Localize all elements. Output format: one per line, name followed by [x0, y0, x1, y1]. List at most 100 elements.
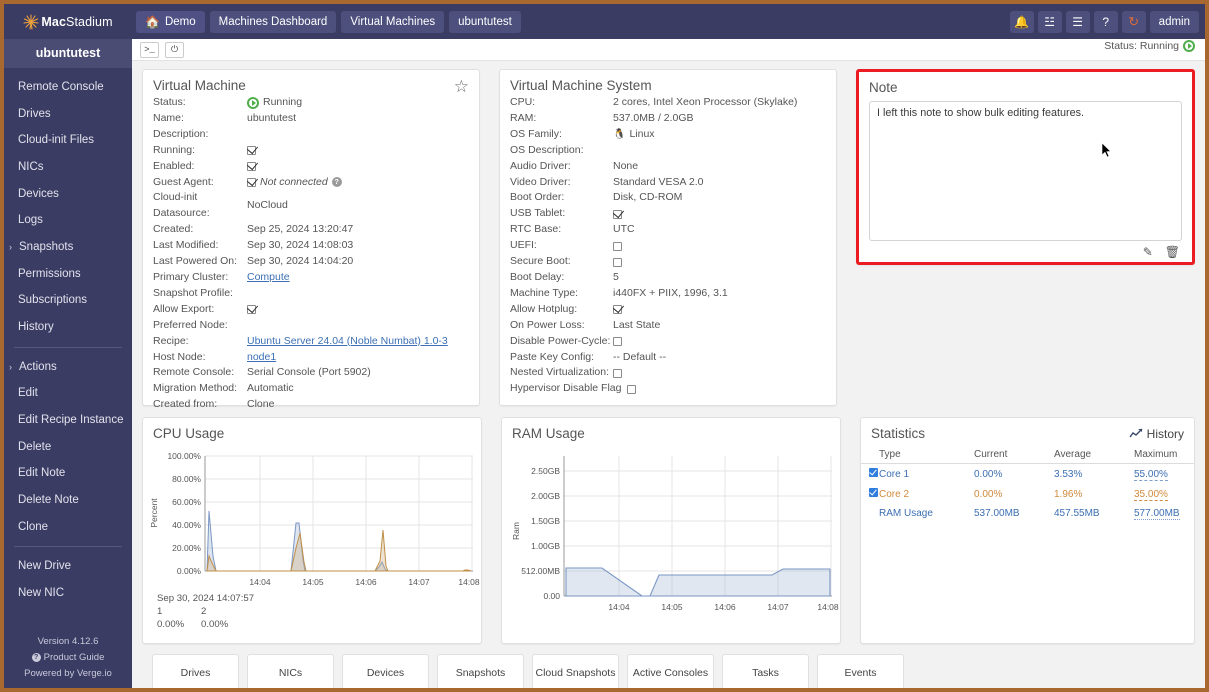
sidebar-item-cloud-init-files[interactable]: Cloud-init Files	[4, 127, 132, 154]
cell-average: 1.96%	[1054, 488, 1083, 500]
refresh-icon[interactable]: ↻	[1121, 10, 1146, 33]
row-value: Sep 30, 2024 14:08:03	[247, 239, 354, 252]
history-button[interactable]: History	[1129, 427, 1184, 441]
sidebar-divider	[14, 346, 122, 348]
user-menu-button[interactable]: admin	[1149, 10, 1199, 33]
sidebar-item-permissions[interactable]: Permissions	[4, 261, 132, 288]
svg-text:0.00%: 0.00%	[177, 566, 202, 576]
breadcrumb-machines-dashboard[interactable]: Machines Dashboard	[209, 10, 337, 33]
row-value	[613, 238, 622, 254]
legend-label: 1	[157, 606, 163, 617]
row-key: Hypervisor Disable Flag	[510, 382, 622, 395]
breadcrumb-virtual-machines[interactable]: Virtual Machines	[341, 10, 445, 33]
sidebar-item-new-nic[interactable]: New NIC	[4, 580, 132, 607]
row-key: Snapshot Profile:	[153, 286, 233, 299]
col-current: Current	[974, 447, 1054, 464]
power-icon[interactable]: ⏻	[165, 41, 184, 58]
tab-active-consoles[interactable]: Active Consoles	[627, 654, 714, 688]
tab-cloud-snapshots[interactable]: Cloud Snapshots	[532, 654, 619, 688]
sidebar-title: ubuntutest	[4, 39, 132, 68]
sidebar-item-remote-console[interactable]: Remote Console	[4, 74, 132, 101]
sidebar-item-nics[interactable]: NICs	[4, 154, 132, 181]
help-icon[interactable]: ?	[331, 177, 342, 188]
brand-logo-area[interactable]: MacStadium	[4, 13, 132, 30]
running-play-icon	[247, 96, 259, 109]
sidebar-item-actions[interactable]: › Actions	[4, 354, 132, 381]
ram-usage-chart[interactable]: 2.50GB 2.00GB 1.50GB 1.00GB 512.00MB 0.0…	[502, 443, 840, 623]
recipe-link[interactable]: Ubuntu Server 24.04 (Noble Numbat) 1.0-3	[247, 334, 448, 350]
table-row: Audio Driver: None	[510, 159, 826, 175]
tab-nics[interactable]: NICs	[247, 654, 334, 688]
trash-icon[interactable]: 🗑	[1165, 245, 1180, 259]
rss-icon[interactable]: ☳	[1037, 10, 1062, 33]
tasks-icon[interactable]: ☰	[1065, 10, 1090, 33]
svg-text:0.00: 0.00	[543, 591, 560, 601]
table-row: UEFI:	[510, 238, 826, 254]
row-value: -- Default --	[613, 350, 667, 363]
row-key: OS Family:	[510, 127, 562, 140]
notifications-icon[interactable]: 🔔	[1009, 10, 1034, 33]
product-guide-link[interactable]: ? Product Guide	[4, 650, 132, 666]
help-icon[interactable]: ?	[1093, 10, 1118, 33]
bottom-tabs: Drives NICs Devices Snapshots Cloud Snap…	[142, 644, 1195, 688]
host-node-link[interactable]: node1	[247, 350, 276, 366]
app-viewport: MacStadium 🏠 Demo Machines Dashboard Vir…	[4, 4, 1205, 688]
tab-drives[interactable]: Drives	[152, 654, 239, 688]
sidebar-item-delete[interactable]: Delete	[4, 434, 132, 461]
sidebar-item-edit-recipe-instance[interactable]: Edit Recipe Instance	[4, 407, 132, 434]
row-value: Serial Console (Port 5902)	[247, 366, 371, 379]
linux-penguin-icon: 🐧	[613, 128, 626, 140]
col-type: Type	[879, 447, 974, 464]
star-icon[interactable]: ☆	[454, 78, 469, 95]
breadcrumb-demo[interactable]: 🏠 Demo	[136, 10, 205, 33]
legend-value: 0.00%	[157, 619, 185, 630]
sidebar-item-drives[interactable]: Drives	[4, 101, 132, 128]
tab-tasks[interactable]: Tasks	[722, 654, 809, 688]
row-key: Disable Power-Cycle:	[510, 334, 611, 347]
sidebar-item-snapshots[interactable]: › Snapshots	[4, 234, 132, 261]
edit-note-icon[interactable]: ✎​	[1143, 245, 1153, 259]
cpu-usage-chart[interactable]: 100.00% 80.00% 60.00% 40.00% 20.00% 0.00…	[143, 443, 481, 591]
row-value	[613, 334, 622, 350]
svg-text:1.00GB: 1.00GB	[531, 541, 560, 551]
sidebar-item-devices[interactable]: Devices	[4, 181, 132, 208]
tab-snapshots[interactable]: Snapshots	[437, 654, 524, 688]
chevron-right-icon: ›	[9, 361, 12, 372]
primary-cluster-link[interactable]: Compute	[247, 270, 290, 286]
breadcrumb: 🏠 Demo Machines Dashboard Virtual Machin…	[136, 10, 521, 33]
table-row: Core 2 0.00% 1.96% 35.00%	[861, 484, 1194, 504]
table-row: Core 1 0.00% 3.53% 55.00%	[861, 464, 1194, 485]
checkbox-checked-icon	[613, 209, 622, 219]
tab-events[interactable]: Events	[817, 654, 904, 688]
sunburst-logo-icon	[23, 13, 39, 30]
note-textarea[interactable]: I left this note to show bulk editing fe…	[869, 101, 1183, 241]
sidebar-item-new-drive[interactable]: New Drive	[4, 553, 132, 580]
sidebar-item-label: Snapshots	[19, 241, 74, 254]
mouse-cursor	[1102, 143, 1112, 158]
core2-checkbox[interactable]	[869, 488, 878, 497]
table-row: Last Powered On: Sep 30, 2024 14:04:20	[153, 254, 469, 270]
row-key: Created from:	[153, 398, 218, 411]
sidebar-items: Remote Console Drives Cloud-init Files N…	[4, 68, 132, 634]
sidebar-item-clone[interactable]: Clone	[4, 514, 132, 541]
vms-details-list: CPU: 2 cores, Intel Xeon Processor (Skyla…	[500, 95, 836, 405]
tab-devices[interactable]: Devices	[342, 654, 429, 688]
cpu-usage-card: CPU Usage 100.00% 80.00% 60.00% 40.00% 2…	[142, 417, 482, 644]
sidebar-item-logs[interactable]: Logs	[4, 207, 132, 234]
row-value: i440FX + PIIX, 1996, 3.1	[613, 286, 728, 299]
sidebar-item-delete-note[interactable]: Delete Note	[4, 487, 132, 514]
core1-checkbox[interactable]	[869, 468, 878, 477]
table-row: Preferred Node:	[153, 318, 469, 334]
sidebar-item-subscriptions[interactable]: Subscriptions	[4, 287, 132, 314]
breadcrumb-label: Demo	[164, 15, 196, 28]
table-row: Snapshot Profile:	[153, 286, 469, 302]
breadcrumb-ubuntutest[interactable]: ubuntutest	[449, 10, 521, 33]
table-row: USB Tablet:	[510, 206, 826, 222]
row-value	[613, 302, 622, 318]
row-value: Clone	[247, 398, 275, 411]
sidebar-item-history[interactable]: History	[4, 314, 132, 341]
sidebar-item-edit[interactable]: Edit	[4, 380, 132, 407]
sidebar-item-edit-note[interactable]: Edit Note	[4, 460, 132, 487]
sidebar-footer: Version 4.12.6 ? Product Guide Powered by…	[4, 634, 132, 688]
console-icon[interactable]: >_	[140, 41, 159, 58]
